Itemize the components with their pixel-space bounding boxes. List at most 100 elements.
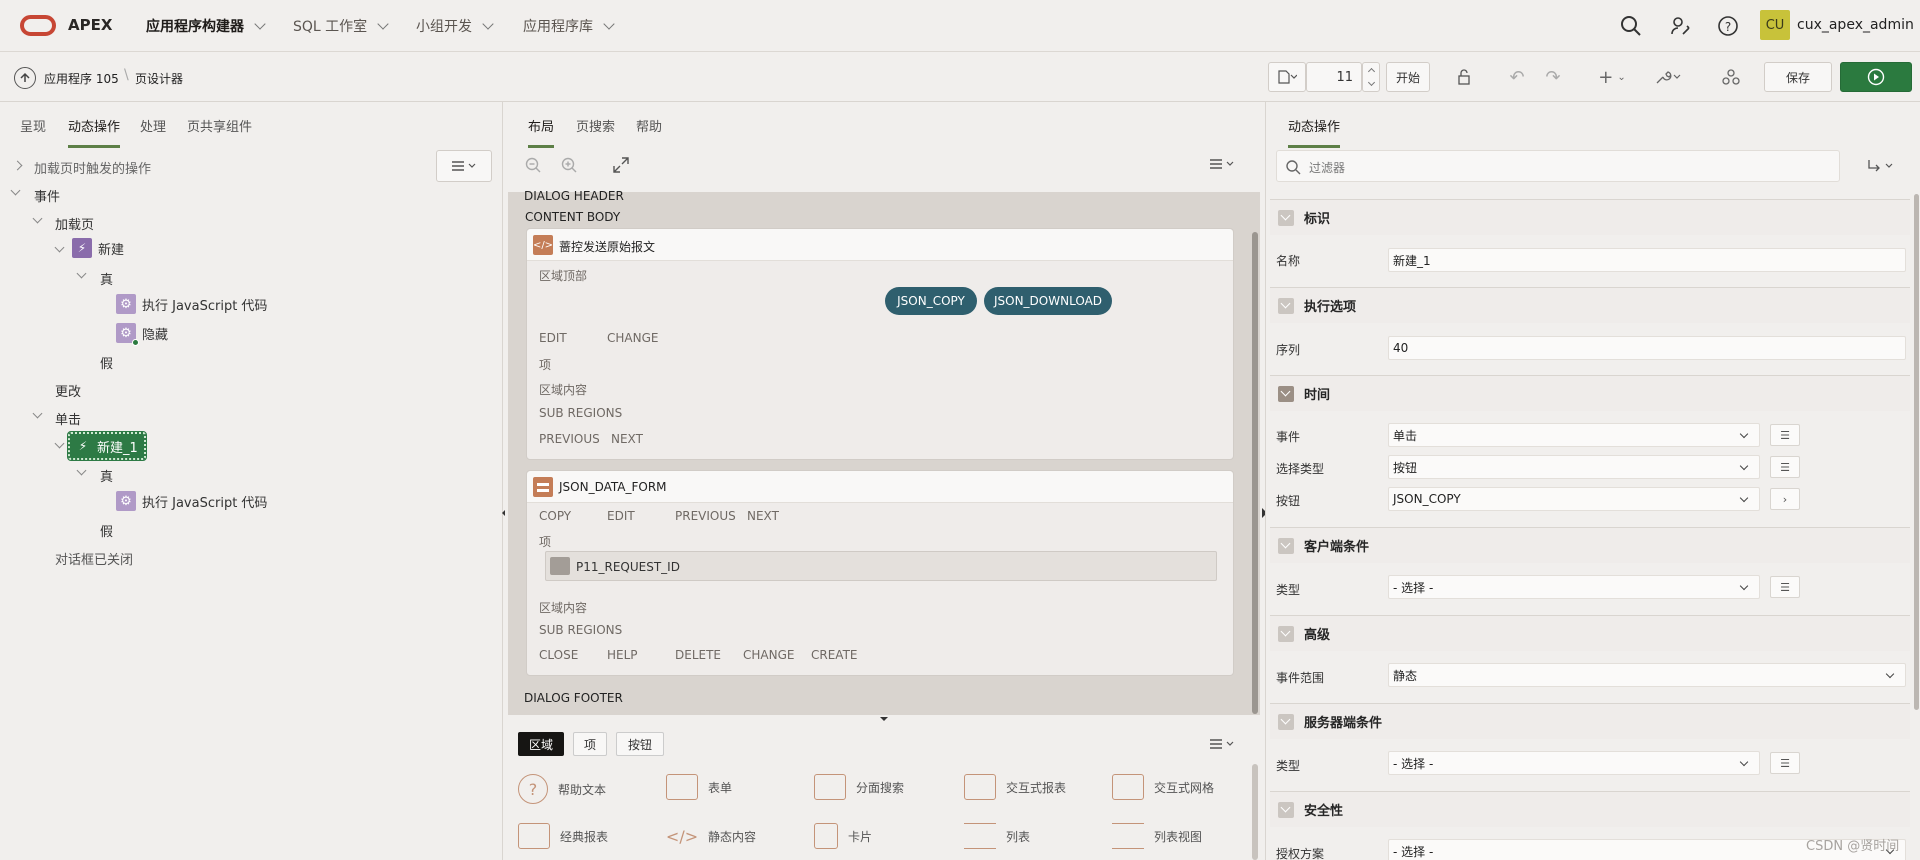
admin-tools-icon[interactable]: [1669, 14, 1693, 38]
nav-app-gallery[interactable]: 应用程序库: [523, 16, 615, 36]
tree-node-new-1-selected[interactable]: ⚡ 新建_1: [54, 431, 147, 461]
collapse-icon[interactable]: [54, 242, 65, 253]
user-avatar[interactable]: CU: [1760, 10, 1790, 40]
collapse-toggle-icon[interactable]: [1278, 209, 1294, 226]
oracle-logo-icon[interactable]: [20, 15, 56, 36]
collapse-icon[interactable]: [54, 438, 65, 449]
section-when[interactable]: 时间: [1270, 375, 1910, 411]
gallery-tab-items[interactable]: 项: [573, 732, 607, 756]
region-card[interactable]: JSON_DATA_FORM COPY EDIT PREVIOUS NEXT 项…: [526, 470, 1234, 676]
collapse-toggle-icon[interactable]: [1278, 297, 1294, 314]
region-header[interactable]: </> 蔷控发送原始报文: [527, 229, 1233, 261]
run-page-button[interactable]: [1840, 62, 1912, 92]
list-picker-icon[interactable]: ☰: [1770, 456, 1800, 478]
json-download-button[interactable]: JSON_DOWNLOAD: [984, 287, 1112, 315]
go-button[interactable]: 开始: [1386, 62, 1430, 92]
collapse-icon[interactable]: [76, 268, 87, 279]
zoom-out-icon[interactable]: [524, 156, 542, 174]
tab-rendering[interactable]: 呈现: [20, 116, 46, 145]
gallery-tab-regions[interactable]: 区域: [518, 732, 564, 756]
tab-page-search[interactable]: 页搜索: [576, 116, 615, 145]
page-stepper[interactable]: [1362, 62, 1380, 92]
gallery-list-view[interactable]: 列表视图: [1112, 823, 1202, 849]
json-copy-button[interactable]: JSON_COPY: [885, 287, 977, 315]
canvas-splitter-handle[interactable]: [880, 717, 888, 721]
redo-icon[interactable]: ↷: [1538, 62, 1568, 92]
tab-help[interactable]: 帮助: [636, 116, 662, 145]
tree-node-exec-js-2[interactable]: ⚙ 执行 JavaScript 代码: [116, 491, 267, 511]
server-condition-type-select[interactable]: - 选择 -: [1388, 751, 1760, 775]
page-picker-button[interactable]: [1268, 62, 1306, 92]
undo-icon[interactable]: ↶: [1502, 62, 1532, 92]
tree-node-page-load[interactable]: 加载页: [32, 213, 94, 233]
tree-node-true[interactable]: 真: [76, 268, 113, 288]
gallery-help-text[interactable]: ? 帮助文本: [518, 774, 606, 804]
canvas-scrollbar[interactable]: [1252, 232, 1258, 714]
tree-node-click[interactable]: 单击: [32, 408, 81, 428]
tree-node-false[interactable]: 假: [100, 353, 113, 372]
nav-team-development[interactable]: 小组开发: [416, 16, 494, 36]
collapse-toggle-icon[interactable]: [1278, 537, 1294, 554]
page-item[interactable]: P11_REQUEST_ID: [545, 551, 1217, 581]
chevron-up-icon[interactable]: [1367, 67, 1375, 76]
tree-node-true-2[interactable]: 真: [76, 465, 113, 485]
tree-node-change[interactable]: 更改: [55, 381, 81, 400]
collapse-icon[interactable]: [76, 465, 87, 476]
tree-node-hide[interactable]: ⚙ 隐藏: [116, 323, 168, 346]
gallery-list[interactable]: 列表: [964, 823, 1030, 849]
collapse-icon[interactable]: [10, 185, 21, 196]
property-scrollbar[interactable]: [1914, 194, 1919, 710]
tab-dynamic-actions[interactable]: 动态操作: [68, 116, 121, 148]
gallery-tab-buttons[interactable]: 按钮: [616, 732, 664, 756]
page-number-input[interactable]: 11: [1306, 62, 1362, 92]
section-advanced[interactable]: 高级: [1270, 615, 1910, 651]
apex-logo-text[interactable]: APEX: [68, 16, 112, 34]
event-select[interactable]: 单击: [1388, 423, 1760, 447]
up-arrow-icon[interactable]: [14, 67, 36, 89]
button-select[interactable]: JSON_COPY: [1388, 487, 1760, 511]
gallery-static-content[interactable]: </> 静态内容: [666, 823, 756, 849]
tree-node-dialog-closed[interactable]: 对话框已关闭: [55, 549, 133, 568]
gallery-classic-report[interactable]: 经典报表: [518, 823, 608, 849]
section-identification[interactable]: 标识: [1270, 199, 1910, 235]
tab-processing[interactable]: 处理: [140, 116, 166, 145]
selected-node-highlight[interactable]: ⚡ 新建_1: [67, 431, 147, 461]
search-icon[interactable]: [1619, 14, 1643, 38]
section-execution-options[interactable]: 执行选项: [1270, 287, 1910, 323]
layout-menu-button[interactable]: [1208, 158, 1236, 170]
tree-menu-button[interactable]: [436, 150, 492, 182]
nav-app-builder[interactable]: 应用程序构建器: [146, 16, 266, 36]
collapse-icon[interactable]: [32, 408, 43, 419]
section-server-condition[interactable]: 服务器端条件: [1270, 703, 1910, 739]
collapse-toggle-icon[interactable]: [1278, 625, 1294, 642]
tab-dynamic-action-properties[interactable]: 动态操作: [1288, 116, 1341, 148]
gallery-scrollbar[interactable]: [1252, 764, 1258, 860]
shared-components-icon[interactable]: [1716, 62, 1746, 92]
save-button[interactable]: 保存: [1764, 62, 1832, 92]
collapse-icon[interactable]: [32, 213, 43, 224]
chevron-right-icon[interactable]: ›: [1770, 488, 1800, 510]
go-to-group-icon[interactable]: [1866, 158, 1896, 174]
help-icon[interactable]: ?: [1716, 14, 1740, 38]
event-scope-select[interactable]: 静态: [1388, 663, 1906, 687]
tab-page-shared-components[interactable]: 页共享组件: [187, 116, 252, 145]
section-client-condition[interactable]: 客户端条件: [1270, 527, 1910, 563]
region-card[interactable]: </> 蔷控发送原始报文 区域顶部 JSON_COPY JSON_DOWNLOA…: [526, 228, 1234, 460]
tree-node-new[interactable]: ⚡ 新建: [54, 238, 124, 258]
collapse-toggle-icon[interactable]: [1278, 801, 1294, 818]
gallery-form[interactable]: 表单: [666, 774, 732, 800]
chevron-down-icon[interactable]: [1367, 78, 1375, 87]
list-picker-icon[interactable]: ☰: [1770, 424, 1800, 446]
selection-type-select[interactable]: 按钮: [1388, 455, 1760, 479]
create-menu-button[interactable]: + ⌄: [1592, 62, 1632, 92]
lock-icon[interactable]: [1448, 62, 1480, 92]
filter-input[interactable]: 过滤器: [1276, 150, 1840, 182]
region-header[interactable]: JSON_DATA_FORM: [527, 471, 1233, 503]
expand-icon[interactable]: [12, 160, 23, 171]
zoom-in-icon[interactable]: [560, 156, 578, 174]
tree-node-false-2[interactable]: 假: [100, 521, 113, 540]
client-condition-type-select[interactable]: - 选择 -: [1388, 575, 1760, 599]
username-label[interactable]: cux_apex_admin: [1797, 17, 1914, 33]
name-field[interactable]: 新建_1: [1388, 248, 1906, 272]
list-picker-icon[interactable]: ☰: [1770, 752, 1800, 774]
